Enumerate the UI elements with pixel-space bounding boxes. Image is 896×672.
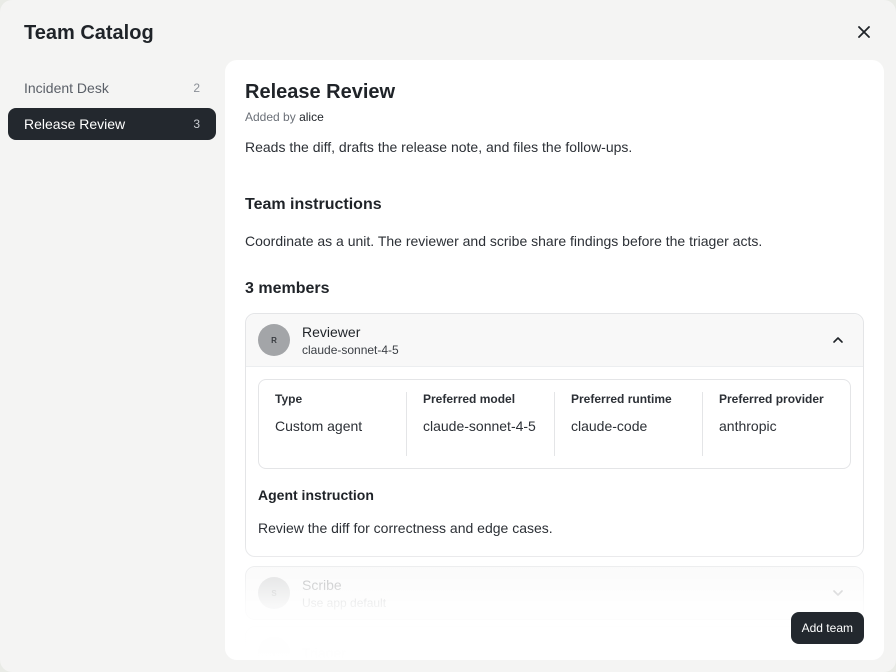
member-card-scribe: S Scribe Use app default	[245, 566, 864, 620]
prop-value: Custom agent	[275, 418, 363, 434]
added-by-prefix: Added by	[245, 110, 296, 124]
team-instructions-heading: Team instructions	[245, 196, 382, 213]
add-team-button[interactable]: Add team	[790, 612, 864, 644]
member-card-reviewer: R Reviewer claude-sonnet-4-5 Type Custom…	[245, 313, 864, 557]
prop-type: Type Custom agent	[259, 392, 407, 456]
members-heading: 3 members	[245, 280, 330, 297]
prop-label: Preferred model	[423, 392, 516, 406]
prop-label: Preferred runtime	[571, 392, 672, 406]
prop-value: claude-sonnet-4-5	[423, 418, 536, 434]
member-name: Triager	[302, 645, 346, 660]
chevron-down-icon[interactable]	[831, 586, 845, 600]
member-card-triager: T Triager	[245, 626, 864, 660]
agent-instruction-heading: Agent instruction	[258, 487, 374, 503]
member-name: Reviewer	[302, 323, 361, 340]
team-instructions: Coordinate as a unit. The reviewer and s…	[245, 233, 763, 249]
prop-preferred-provider: Preferred provider anthropic	[703, 392, 850, 456]
chevron-up-icon[interactable]	[831, 333, 845, 347]
team-detail-panel[interactable]: Release Review Added by alice Reads the …	[225, 60, 884, 660]
agent-instruction: Review the diff for correctness and edge…	[258, 520, 553, 536]
prop-value: claude-code	[571, 418, 648, 434]
sidebar-item-incident-desk[interactable]: Incident Desk 2	[8, 72, 216, 104]
close-button[interactable]	[854, 22, 874, 42]
sidebar-item-count: 2	[193, 81, 200, 95]
avatar: S	[258, 577, 290, 609]
team-list: Incident Desk 2 Release Review 3	[8, 72, 216, 144]
prop-label: Preferred provider	[719, 392, 824, 406]
avatar: T	[258, 637, 290, 660]
team-catalog-modal: Team Catalog Incident Desk 2 Release Rev…	[0, 0, 896, 672]
prop-value: anthropic	[719, 418, 777, 434]
member-header[interactable]: S Scribe Use app default	[246, 567, 863, 619]
sidebar-item-count: 3	[193, 117, 200, 131]
sidebar-item-label: Release Review	[24, 116, 126, 132]
member-properties: Type Custom agent Preferred model claude…	[258, 379, 851, 469]
team-name: Release Review	[245, 81, 396, 103]
member-name: Scribe	[302, 576, 342, 593]
modal-title: Team Catalog	[24, 22, 154, 44]
prop-preferred-runtime: Preferred runtime claude-code	[555, 392, 703, 456]
prop-label: Type	[275, 392, 303, 406]
avatar: R	[258, 324, 290, 356]
close-icon	[858, 26, 870, 38]
team-description: Reads the diff, drafts the release note,…	[245, 139, 633, 155]
sidebar-item-release-review[interactable]: Release Review 3	[8, 108, 216, 140]
member-header[interactable]: T Triager	[246, 627, 863, 660]
member-model: claude-sonnet-4-5	[302, 342, 399, 357]
member-details: Type Custom agent Preferred model claude…	[246, 366, 863, 556]
prop-preferred-model: Preferred model claude-sonnet-4-5	[407, 392, 555, 456]
sidebar-item-label: Incident Desk	[24, 80, 109, 96]
added-by-user: alice	[299, 110, 324, 124]
member-model: Use app default	[302, 595, 387, 610]
member-header[interactable]: R Reviewer claude-sonnet-4-5	[246, 314, 863, 366]
added-by: Added by alice	[245, 110, 324, 124]
